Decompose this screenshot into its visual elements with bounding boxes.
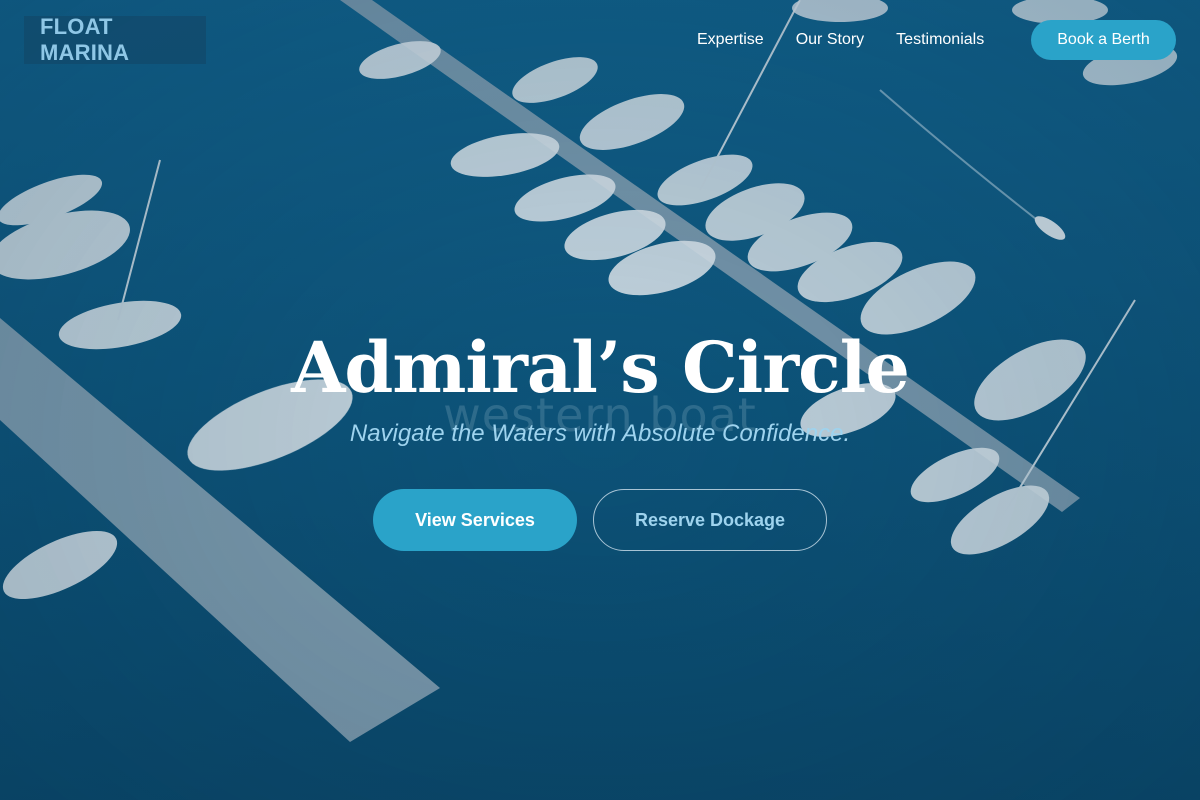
nav-link-expertise[interactable]: Expertise [697,28,764,52]
hero-subtitle: Navigate the Waters with Absolute Confid… [349,420,851,447]
hero-section: western boat Admiral’s Circle Navigate t… [0,320,1200,551]
nav-link-our-story[interactable]: Our Story [796,28,864,52]
view-services-button[interactable]: View Services [373,489,577,551]
nav-link-testimonials[interactable]: Testimonials [896,28,984,52]
book-a-berth-button[interactable]: Book a Berth [1031,20,1176,60]
brand-logo[interactable]: FLOAT MARINA [24,14,206,65]
reserve-dockage-button[interactable]: Reserve Dockage [593,489,827,551]
top-navigation: FLOAT MARINA Expertise Our Story Testimo… [0,0,1200,80]
hero-actions: View Services Reserve Dockage [373,489,827,551]
nav-links: Expertise Our Story Testimonials [697,28,984,52]
hero-title: Admiral’s Circle [291,326,910,409]
